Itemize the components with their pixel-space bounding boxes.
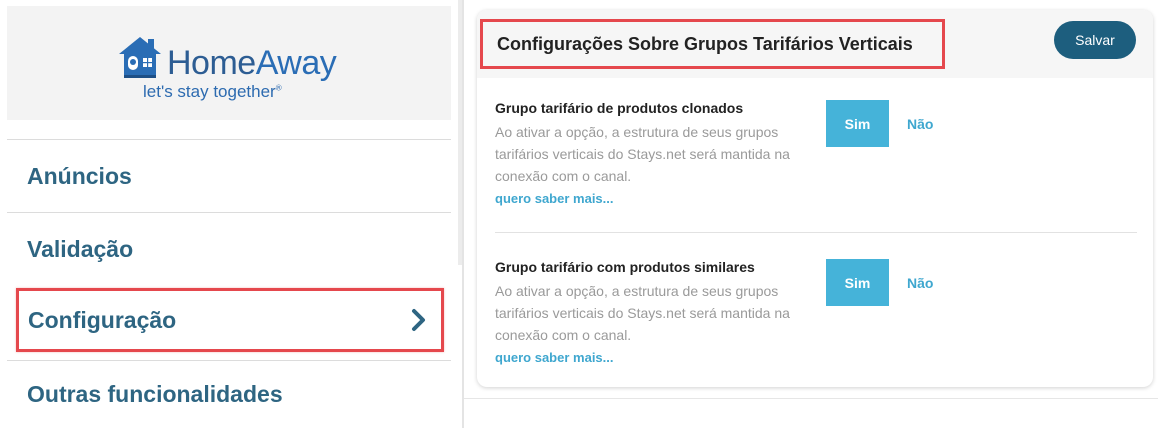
learn-more-link[interactable]: quero saber mais... xyxy=(495,188,795,210)
setting-title: Grupo tarifário com produtos similares xyxy=(495,259,755,275)
setting-description-text: Ao ativar a opção, a estrutura de seus g… xyxy=(495,124,790,184)
sidebar-item-validacao[interactable]: Validação xyxy=(7,212,451,285)
sidebar-item-label: Anúncios xyxy=(27,162,132,189)
save-button[interactable]: Salvar xyxy=(1054,21,1136,59)
page: HomeAway let's stay together® Anúncios V… xyxy=(0,0,1158,428)
yes-button[interactable]: Sim xyxy=(826,259,889,306)
sidebar-item-label: Outras funcionalidades xyxy=(27,381,283,407)
logo-tagline: let's stay together® xyxy=(143,82,282,102)
homeaway-logo[interactable]: HomeAway let's stay together® xyxy=(115,34,355,104)
sidebar-item-configuracao[interactable]: Configuração xyxy=(16,288,444,352)
setting-separator xyxy=(495,232,1137,233)
yes-button[interactable]: Sim xyxy=(826,100,889,147)
no-button[interactable]: Não xyxy=(907,100,933,147)
bottom-divider xyxy=(464,398,1158,399)
setting-cloned-products: Grupo tarifário de produtos clonados Ao … xyxy=(495,100,1137,210)
card-title-highlight: Configurações Sobre Grupos Tarifários Ve… xyxy=(480,19,945,69)
learn-more-link[interactable]: quero saber mais... xyxy=(495,347,795,369)
sidebar-item-anuncios[interactable]: Anúncios xyxy=(7,139,451,212)
sidebar-item-label: Validação xyxy=(27,235,134,262)
sidebar-item-outras-funcionalidades[interactable]: Outras funcionalidades xyxy=(7,360,451,428)
setting-description: Ao ativar a opção, a estrutura de seus g… xyxy=(495,121,795,210)
chevron-right-icon xyxy=(412,309,425,331)
card-header: Configurações Sobre Grupos Tarifários Ve… xyxy=(477,10,1153,78)
logo-word-home: Home xyxy=(167,44,256,82)
setting-similar-products: Grupo tarifário com produtos similares A… xyxy=(495,259,1137,369)
setting-description-text: Ao ativar a opção, a estrutura de seus g… xyxy=(495,283,790,343)
sidebar-item-label: Configuração xyxy=(28,306,177,333)
setting-title: Grupo tarifário de produtos clonados xyxy=(495,100,744,116)
no-button[interactable]: Não xyxy=(907,259,933,306)
sidebar: HomeAway let's stay together® Anúncios V… xyxy=(0,0,458,428)
logo-word-away: Away xyxy=(255,44,337,82)
logo-area: HomeAway let's stay together® xyxy=(7,6,451,120)
setting-description: Ao ativar a opção, a estrutura de seus g… xyxy=(495,280,795,369)
logo-tagline-text: let's stay together xyxy=(143,82,276,101)
page-title: Configurações Sobre Grupos Tarifários Ve… xyxy=(497,33,913,54)
logo-wordmark: HomeAway xyxy=(167,44,337,83)
settings-card: Configurações Sobre Grupos Tarifários Ve… xyxy=(477,10,1153,387)
house-logo-icon xyxy=(119,37,161,78)
registered-mark: ® xyxy=(275,83,282,93)
